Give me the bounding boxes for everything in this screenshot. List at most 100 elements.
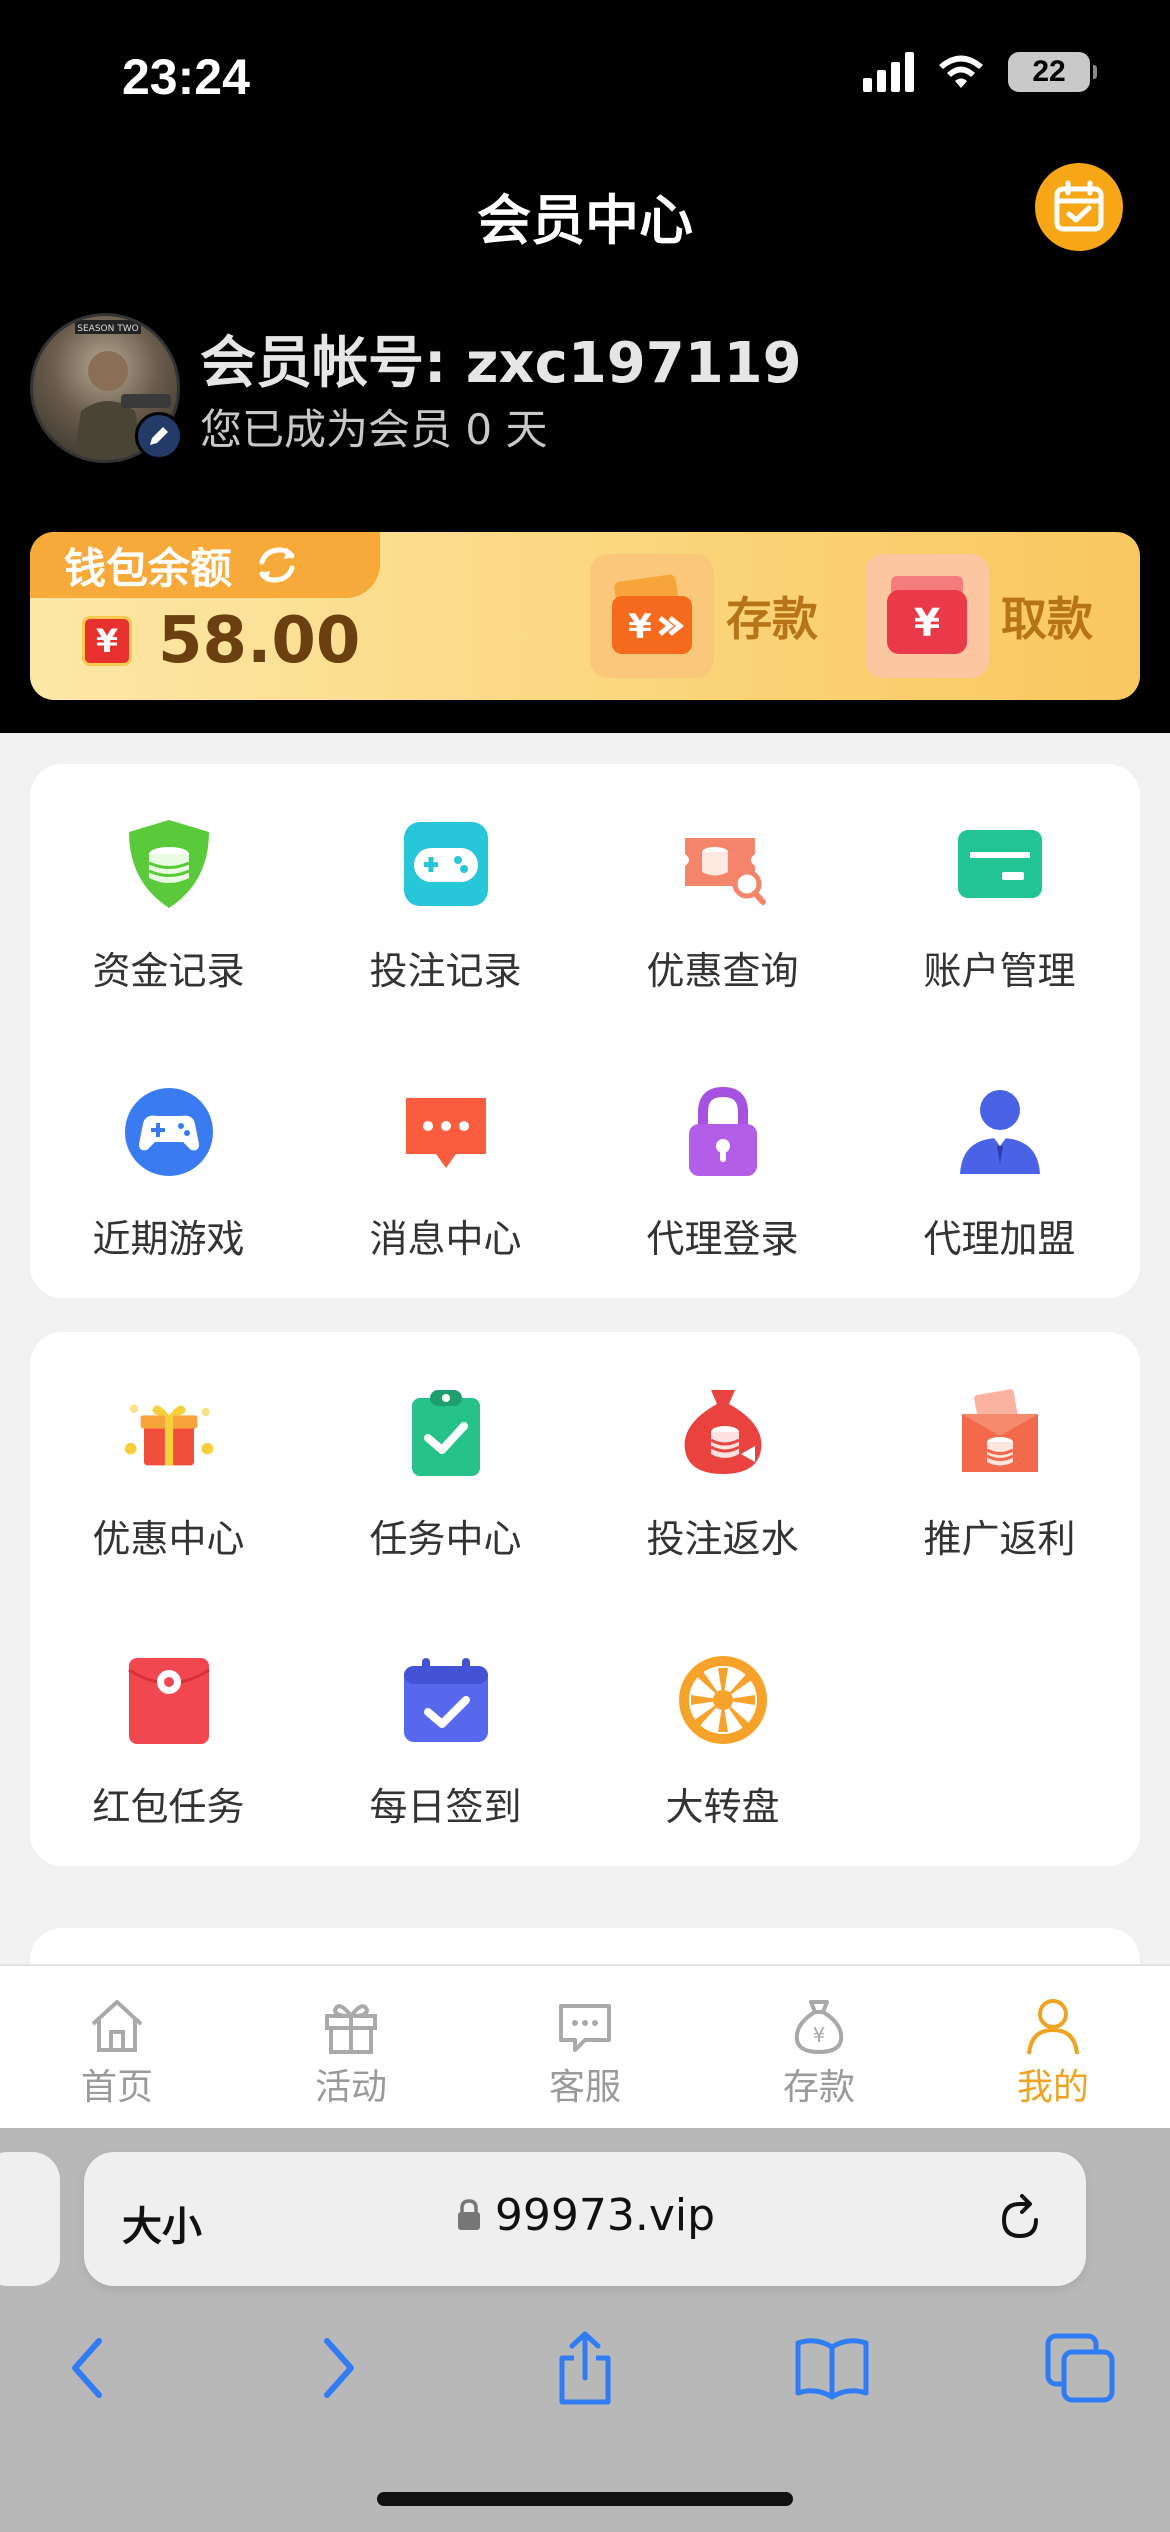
battery-indicator: 22 bbox=[1008, 52, 1097, 92]
wallet-balance: ¥ 58.00 bbox=[82, 604, 360, 678]
menu-item-task-center[interactable]: 任务中心 bbox=[307, 1382, 584, 1563]
member-duration: 您已成为会员 0 天 bbox=[200, 396, 547, 457]
deposit-button[interactable]: ¥ 存款 bbox=[590, 554, 818, 678]
money-bag-icon bbox=[673, 1382, 773, 1482]
menu-item-label: 任务中心 bbox=[369, 1517, 522, 1561]
menu-item-promo-center[interactable]: 优惠中心 bbox=[30, 1382, 307, 1563]
money-bag-outline-icon: ¥ bbox=[789, 1996, 849, 2056]
withdraw-icon: ¥ bbox=[865, 554, 989, 678]
tab-deposit[interactable]: ¥ 存款 bbox=[702, 1996, 936, 2110]
edit-avatar-button[interactable] bbox=[135, 412, 183, 460]
share-icon bbox=[559, 2331, 611, 2405]
withdraw-button[interactable]: ¥ 取款 bbox=[865, 554, 1093, 678]
menu-item-label: 投注返水 bbox=[646, 1517, 799, 1561]
menu-item-message-center[interactable]: 消息中心 bbox=[307, 1082, 584, 1263]
status-time: 23:24 bbox=[122, 49, 250, 105]
account-menu-card: 资金记录 投注记录 优惠查询 账户管理 近期游戏 消息中心 代理登录 代理加盟 bbox=[30, 764, 1140, 1298]
menu-item-label: 大转盘 bbox=[665, 1785, 780, 1829]
tab-customer-service[interactable]: 客服 bbox=[468, 1996, 702, 2110]
home-indicator bbox=[377, 2492, 793, 2506]
menu-item-lucky-wheel[interactable]: 大转盘 bbox=[584, 1650, 861, 1831]
controller-icon bbox=[119, 1082, 219, 1182]
home-icon bbox=[87, 1996, 147, 2056]
tab-label: 我的 bbox=[1016, 2067, 1089, 2108]
forward-button[interactable] bbox=[298, 2328, 378, 2408]
calendar-check-icon bbox=[396, 1650, 496, 1750]
tabs-icon bbox=[1045, 2333, 1115, 2403]
account-line: 会员帐号: zxc197119 bbox=[200, 318, 802, 399]
header: 23:24 22 会员中心 SEASON TWO 会员帐号: zxc197119… bbox=[0, 0, 1170, 733]
menu-item-daily-checkin[interactable]: 每日签到 bbox=[307, 1650, 584, 1831]
menu-item-recent-games[interactable]: 近期游戏 bbox=[30, 1082, 307, 1263]
menu-item-label: 红包任务 bbox=[92, 1785, 245, 1829]
menu-item-promo-query[interactable]: 优惠查询 bbox=[584, 814, 861, 995]
address-bar[interactable]: 大小 99973.vip bbox=[84, 2152, 1086, 2286]
status-icons: 22 bbox=[863, 52, 1097, 92]
menu-item-label: 代理加盟 bbox=[923, 1217, 1076, 1261]
bookmarks-button[interactable] bbox=[792, 2328, 872, 2408]
pencil-icon bbox=[150, 427, 168, 445]
menu-item-red-packet-task[interactable]: 红包任务 bbox=[30, 1650, 307, 1831]
wallet-label: 钱包余额 bbox=[64, 543, 233, 593]
balance-amount: 58.00 bbox=[158, 604, 361, 678]
chat-icon bbox=[555, 1996, 615, 2056]
back-button[interactable] bbox=[48, 2328, 128, 2408]
deposit-icon: ¥ bbox=[590, 554, 714, 678]
task-menu-card: 优惠中心 任务中心 投注返水 推广返利 红包任务 每日签到 大转盘 bbox=[30, 1332, 1140, 1866]
withdraw-label: 取款 bbox=[1001, 592, 1093, 646]
agent-icon bbox=[950, 1082, 1050, 1182]
menu-item-label: 账户管理 bbox=[923, 949, 1076, 993]
tabs-button[interactable] bbox=[1040, 2328, 1120, 2408]
menu-item-account-management[interactable]: 账户管理 bbox=[861, 814, 1138, 995]
coupon-search-icon bbox=[673, 814, 773, 914]
wallet-tab: 钱包余额 bbox=[30, 532, 380, 598]
wallet-card: 钱包余额 ¥ 58.00 ¥ 存款 ¥ 取款 bbox=[30, 532, 1140, 700]
menu-item-agent-join[interactable]: 代理加盟 bbox=[861, 1082, 1138, 1263]
deposit-label: 存款 bbox=[726, 592, 818, 646]
chevron-right-icon bbox=[324, 2338, 354, 2398]
gift-outline-icon bbox=[321, 1996, 381, 2056]
message-icon bbox=[396, 1082, 496, 1182]
gamepad-icon bbox=[396, 814, 496, 914]
shield-coins-icon bbox=[119, 814, 219, 914]
browser-toolbar: 大小 99973.vip bbox=[0, 2128, 1170, 2532]
account-id: zxc197119 bbox=[465, 331, 802, 396]
lock-icon bbox=[457, 2199, 480, 2230]
page-title: 会员中心 bbox=[477, 189, 693, 252]
url-text: 99973.vip bbox=[494, 2190, 716, 2241]
tab-home[interactable]: 首页 bbox=[0, 1996, 234, 2110]
red-envelope-icon bbox=[119, 1650, 219, 1750]
lock-icon bbox=[673, 1082, 773, 1182]
refresh-icon[interactable] bbox=[254, 542, 300, 588]
menu-item-label: 近期游戏 bbox=[92, 1217, 245, 1261]
reload-icon[interactable] bbox=[992, 2190, 1048, 2246]
member-days: 0 bbox=[465, 405, 493, 454]
svg-text:¥: ¥ bbox=[914, 601, 940, 645]
signal-icon bbox=[863, 52, 914, 92]
checkin-calendar-button[interactable] bbox=[1035, 163, 1123, 251]
account-label: 会员帐号: bbox=[200, 331, 447, 396]
member-prefix: 您已成为会员 bbox=[200, 405, 453, 454]
book-icon bbox=[795, 2338, 869, 2400]
tab-activity[interactable]: 活动 bbox=[234, 1996, 468, 2110]
menu-item-bet-records[interactable]: 投注记录 bbox=[307, 814, 584, 995]
menu-item-referral-rebate[interactable]: 推广返利 bbox=[861, 1382, 1138, 1563]
svg-text:¥: ¥ bbox=[813, 2023, 826, 2047]
menu-item-bet-rebate[interactable]: 投注返水 bbox=[584, 1382, 861, 1563]
menu-item-fund-records[interactable]: 资金记录 bbox=[30, 814, 307, 995]
chevron-left-icon bbox=[72, 2338, 102, 2398]
tab-mine[interactable]: 我的 bbox=[936, 1996, 1170, 2110]
menu-item-label: 每日签到 bbox=[369, 1785, 522, 1829]
share-button[interactable] bbox=[545, 2328, 625, 2408]
url-display: 99973.vip bbox=[84, 2190, 1086, 2241]
currency-badge: ¥ bbox=[82, 616, 132, 666]
avatar-caption: SEASON TWO bbox=[77, 324, 138, 334]
member-suffix: 天 bbox=[505, 405, 548, 454]
tab-label: 存款 bbox=[782, 2067, 855, 2108]
wifi-icon bbox=[939, 55, 983, 88]
svg-text:¥: ¥ bbox=[628, 607, 652, 647]
previous-tab-preview[interactable] bbox=[0, 2152, 60, 2286]
menu-item-agent-login[interactable]: 代理登录 bbox=[584, 1082, 861, 1263]
wallet-coins-icon bbox=[950, 1382, 1050, 1482]
menu-item-label: 投注记录 bbox=[369, 949, 522, 993]
